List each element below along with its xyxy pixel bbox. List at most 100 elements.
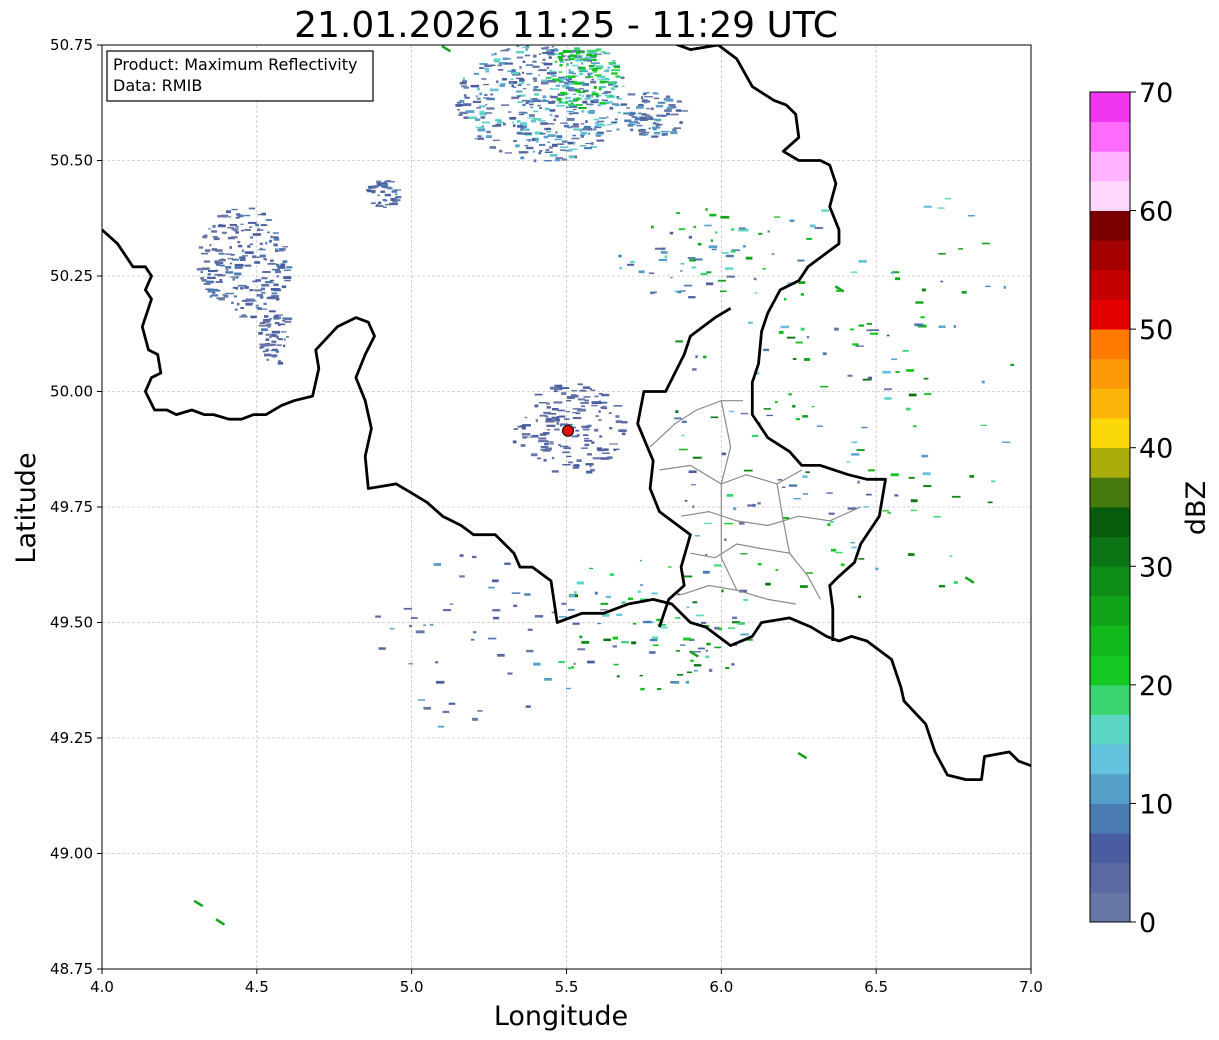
reflectivity-echo <box>1003 285 1006 289</box>
reflectivity-echo <box>488 586 495 589</box>
reflectivity-echo <box>615 415 620 418</box>
reflectivity-echo <box>714 646 722 649</box>
reflectivity-echo <box>692 601 698 604</box>
reflectivity-echo <box>259 322 266 325</box>
reflectivity-echo <box>751 434 759 437</box>
reflectivity-echo <box>738 229 747 232</box>
reflectivity-echo <box>612 636 618 640</box>
reflectivity-echo <box>642 133 647 136</box>
reflectivity-echo <box>619 266 622 270</box>
reflectivity-echo <box>763 348 770 352</box>
reflectivity-echo <box>463 116 469 119</box>
reflectivity-echo <box>575 429 580 432</box>
reflectivity-echo <box>632 622 637 625</box>
reflectivity-echo <box>372 185 379 188</box>
reflectivity-echo <box>526 146 534 150</box>
reflectivity-echo <box>225 253 233 255</box>
reflectivity-echo <box>745 256 753 260</box>
reflectivity-echo <box>675 617 681 619</box>
reflectivity-echo <box>721 589 724 593</box>
reflectivity-echo <box>532 150 535 153</box>
colorbar-segment <box>1090 566 1130 597</box>
reflectivity-echo <box>559 616 568 618</box>
reflectivity-echo <box>534 615 544 618</box>
reflectivity-echo <box>533 110 539 113</box>
reflectivity-echo <box>560 122 568 124</box>
reflectivity-echo <box>910 509 917 512</box>
reflectivity-echo <box>644 96 653 98</box>
reflectivity-echo <box>555 131 558 134</box>
reflectivity-echo <box>559 64 563 67</box>
reflectivity-echo <box>554 60 558 63</box>
reflectivity-echo <box>257 214 262 216</box>
reflectivity-echo <box>563 124 570 128</box>
x-tick-label: 6.0 <box>709 978 733 996</box>
reflectivity-echo <box>231 228 239 231</box>
reflectivity-echo <box>580 402 589 404</box>
reflectivity-echo <box>538 53 542 55</box>
reflectivity-echo <box>267 231 270 234</box>
reflectivity-echo <box>627 93 636 96</box>
colorbar-segment <box>1090 714 1130 745</box>
reflectivity-echo <box>620 103 628 106</box>
reflectivity-echo <box>600 401 608 404</box>
reflectivity-echo <box>209 244 212 247</box>
reflectivity-echo <box>481 121 490 124</box>
reflectivity-echo <box>272 232 279 234</box>
reflectivity-echo <box>528 139 531 142</box>
reflectivity-echo <box>235 276 238 279</box>
reflectivity-echo <box>718 279 726 282</box>
reflectivity-echo <box>566 78 570 81</box>
reflectivity-echo <box>623 113 631 115</box>
reflectivity-echo <box>923 377 929 380</box>
reflectivity-echo <box>720 215 730 219</box>
colorbar: 0 10 20 30 40 50 60 70 <box>1089 78 1173 939</box>
reflectivity-echo <box>544 678 552 681</box>
reflectivity-echo <box>697 243 702 246</box>
y-tick-label: 50.50 <box>50 152 93 170</box>
reflectivity-echo <box>1001 441 1011 443</box>
reflectivity-echo <box>940 280 944 283</box>
reflectivity-echo <box>582 428 590 431</box>
reflectivity-echo <box>376 204 379 206</box>
reflectivity-echo <box>375 615 381 618</box>
reflectivity-echo <box>799 585 808 588</box>
reflectivity-echo <box>278 314 283 316</box>
reflectivity-echo <box>269 335 272 339</box>
reflectivity-echo <box>639 674 643 677</box>
reflectivity-echo <box>408 663 413 665</box>
reflectivity-echo <box>244 286 249 289</box>
reflectivity-echo <box>820 385 829 388</box>
reflectivity-echo <box>541 100 549 102</box>
reflectivity-echo <box>254 261 261 264</box>
reflectivity-echo <box>535 419 538 422</box>
reflectivity-echo <box>732 616 738 620</box>
reflectivity-echo <box>662 115 667 117</box>
reflectivity-echo <box>555 84 561 87</box>
reflectivity-echo <box>486 130 491 134</box>
reflectivity-echo <box>543 135 549 139</box>
reflectivity-echo <box>542 58 546 61</box>
reflectivity-echo <box>512 440 517 444</box>
reflectivity-echo <box>528 114 535 117</box>
reflectivity-echo <box>556 97 562 101</box>
reflectivity-echo <box>550 154 558 157</box>
reflectivity-echo <box>244 251 247 254</box>
reflectivity-echo <box>513 140 517 142</box>
reflectivity-echo <box>567 75 576 78</box>
reflectivity-echo <box>565 96 571 99</box>
reflectivity-echo <box>704 224 712 227</box>
reflectivity-echo <box>634 117 641 121</box>
reflectivity-echo <box>271 292 278 295</box>
reflectivity-echo <box>594 395 599 398</box>
reflectivity-echo <box>282 317 290 319</box>
colorbar-segment <box>1090 151 1130 182</box>
reflectivity-echo <box>264 353 271 357</box>
reflectivity-echo <box>461 85 468 88</box>
colorbar-segment <box>1090 655 1130 686</box>
reflectivity-echo <box>485 112 492 114</box>
reflectivity-echo <box>981 380 985 384</box>
reflectivity-echo <box>533 662 541 666</box>
reflectivity-echo <box>244 264 252 267</box>
reflectivity-echo <box>538 402 548 404</box>
